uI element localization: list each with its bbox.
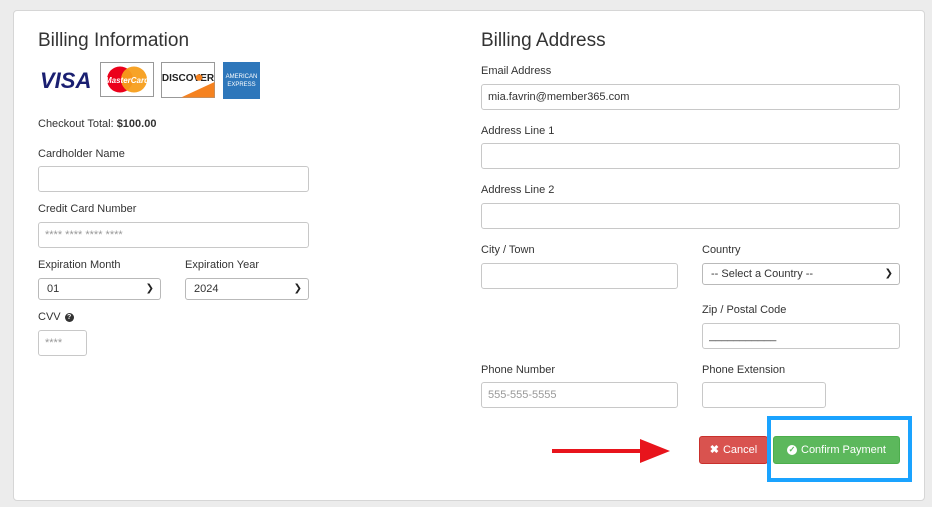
cvv-label-row: CVV? (38, 311, 74, 323)
credit-card-number-label: Credit Card Number (38, 203, 137, 215)
phone-label: Phone Number (481, 364, 555, 376)
cancel-button[interactable]: ✖ Cancel (699, 436, 768, 464)
checkout-total: Checkout Total: $100.00 (38, 118, 156, 130)
address-line-1-label: Address Line 1 (481, 125, 555, 137)
chevron-down-icon: ❯ (293, 283, 302, 294)
cvv-input[interactable] (38, 330, 87, 356)
phone-extension-label: Phone Extension (702, 364, 786, 376)
billing-address-title: Billing Address (481, 30, 606, 51)
billing-information-title: Billing Information (38, 30, 190, 51)
expiration-year-select[interactable]: 2024 ❯ (185, 278, 309, 300)
cardholder-name-label: Cardholder Name (38, 148, 125, 160)
discover-logo: DISCOVER (161, 62, 215, 98)
country-label: Country (702, 244, 741, 256)
expiration-month-select[interactable]: 01 ❯ (38, 278, 161, 300)
svg-text:DISCOVER: DISCOVER (162, 73, 215, 84)
svg-text:MasterCard: MasterCard (105, 76, 150, 85)
check-circle-icon: ✓ (787, 445, 797, 456)
cancel-button-label: Cancel (722, 444, 758, 456)
confirm-payment-label: Confirm Payment (801, 444, 886, 456)
phone-input[interactable] (481, 382, 678, 408)
country-select[interactable]: -- Select a Country -- ❯ (702, 263, 900, 285)
address-line-2-input[interactable] (481, 203, 900, 229)
checkout-total-value: $100.00 (116, 118, 157, 130)
zip-label: Zip / Postal Code (702, 304, 787, 316)
city-label: City / Town (481, 244, 535, 256)
zip-input[interactable] (702, 323, 900, 349)
amex-logo: AMERICAN EXPRESS (223, 62, 260, 99)
checkout-total-label: Checkout Total: (38, 118, 114, 130)
svg-text:AMERICAN: AMERICAN (226, 74, 258, 80)
confirm-payment-button[interactable]: ✓ Confirm Payment (773, 436, 900, 464)
help-icon[interactable]: ? (64, 312, 74, 322)
address-line-2-label: Address Line 2 (481, 184, 555, 196)
expiration-month-label: Expiration Month (38, 259, 121, 271)
email-input[interactable] (481, 84, 900, 110)
visa-logo: VISA (40, 68, 91, 93)
cardholder-name-input[interactable] (38, 166, 309, 192)
chevron-down-icon: ❯ (884, 268, 893, 279)
mastercard-logo: MasterCard (100, 62, 154, 97)
phone-extension-input[interactable] (702, 382, 826, 408)
svg-text:VISA: VISA (40, 68, 91, 93)
country-value: -- Select a Country -- (711, 268, 814, 280)
address-line-1-input[interactable] (481, 143, 900, 169)
credit-card-number-input[interactable] (38, 222, 309, 248)
expiration-month-value: 01 (47, 283, 60, 295)
cvv-label: CVV (38, 311, 61, 323)
svg-text:EXPRESS: EXPRESS (227, 82, 255, 88)
close-icon: ✖ (709, 444, 719, 456)
expiration-year-label: Expiration Year (185, 259, 259, 271)
annotation-arrow-icon (552, 439, 670, 463)
city-input[interactable] (481, 263, 678, 289)
chevron-down-icon: ❯ (145, 283, 154, 294)
expiration-year-value: 2024 (194, 283, 219, 295)
email-label: Email Address (481, 65, 552, 77)
